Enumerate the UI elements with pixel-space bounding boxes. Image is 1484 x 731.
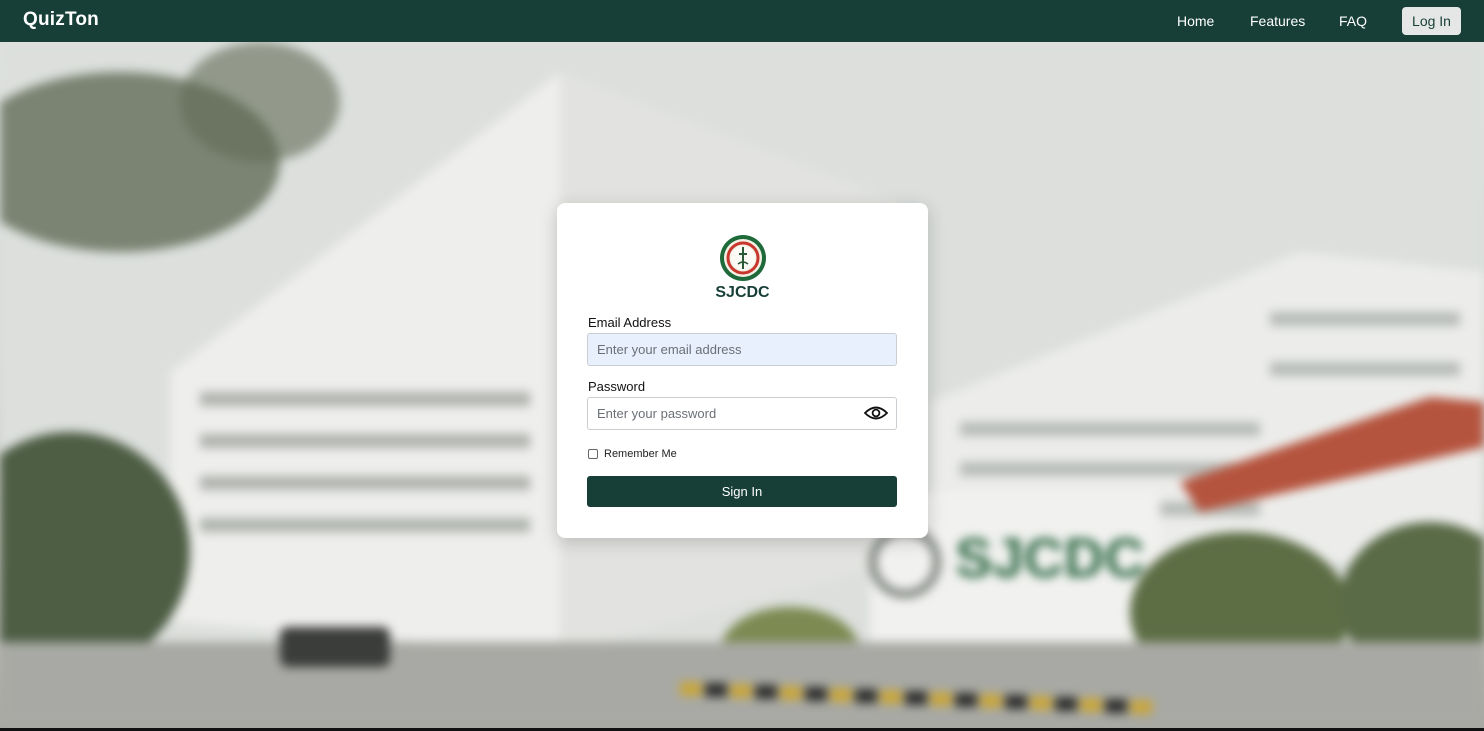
eye-icon[interactable] — [863, 403, 889, 423]
email-label: Email Address — [588, 315, 672, 330]
remember-me-row[interactable]: Remember Me — [588, 448, 677, 460]
remember-me-checkbox[interactable] — [588, 449, 598, 459]
login-card: SJCDC Email Address Password Remember Me… — [557, 203, 928, 538]
nav-faq-link[interactable]: FAQ — [1339, 13, 1367, 29]
remember-me-label: Remember Me — [604, 448, 677, 460]
background-sign-text: SJCDC — [955, 526, 1145, 589]
nav-links: Home Features FAQ — [0, 0, 1484, 42]
organization-name: SJCDC — [715, 284, 770, 301]
sign-in-button[interactable]: Sign In — [587, 476, 897, 507]
sjcdc-logo-icon — [719, 234, 767, 282]
email-input[interactable] — [587, 333, 897, 366]
top-navbar: QuizTon Home Features FAQ Log In — [0, 0, 1484, 42]
password-label: Password — [588, 379, 646, 394]
nav-home-link[interactable]: Home — [1177, 13, 1214, 29]
password-input[interactable] — [587, 397, 897, 430]
nav-login-button[interactable]: Log In — [1402, 7, 1461, 35]
nav-features-link[interactable]: Features — [1250, 13, 1305, 29]
